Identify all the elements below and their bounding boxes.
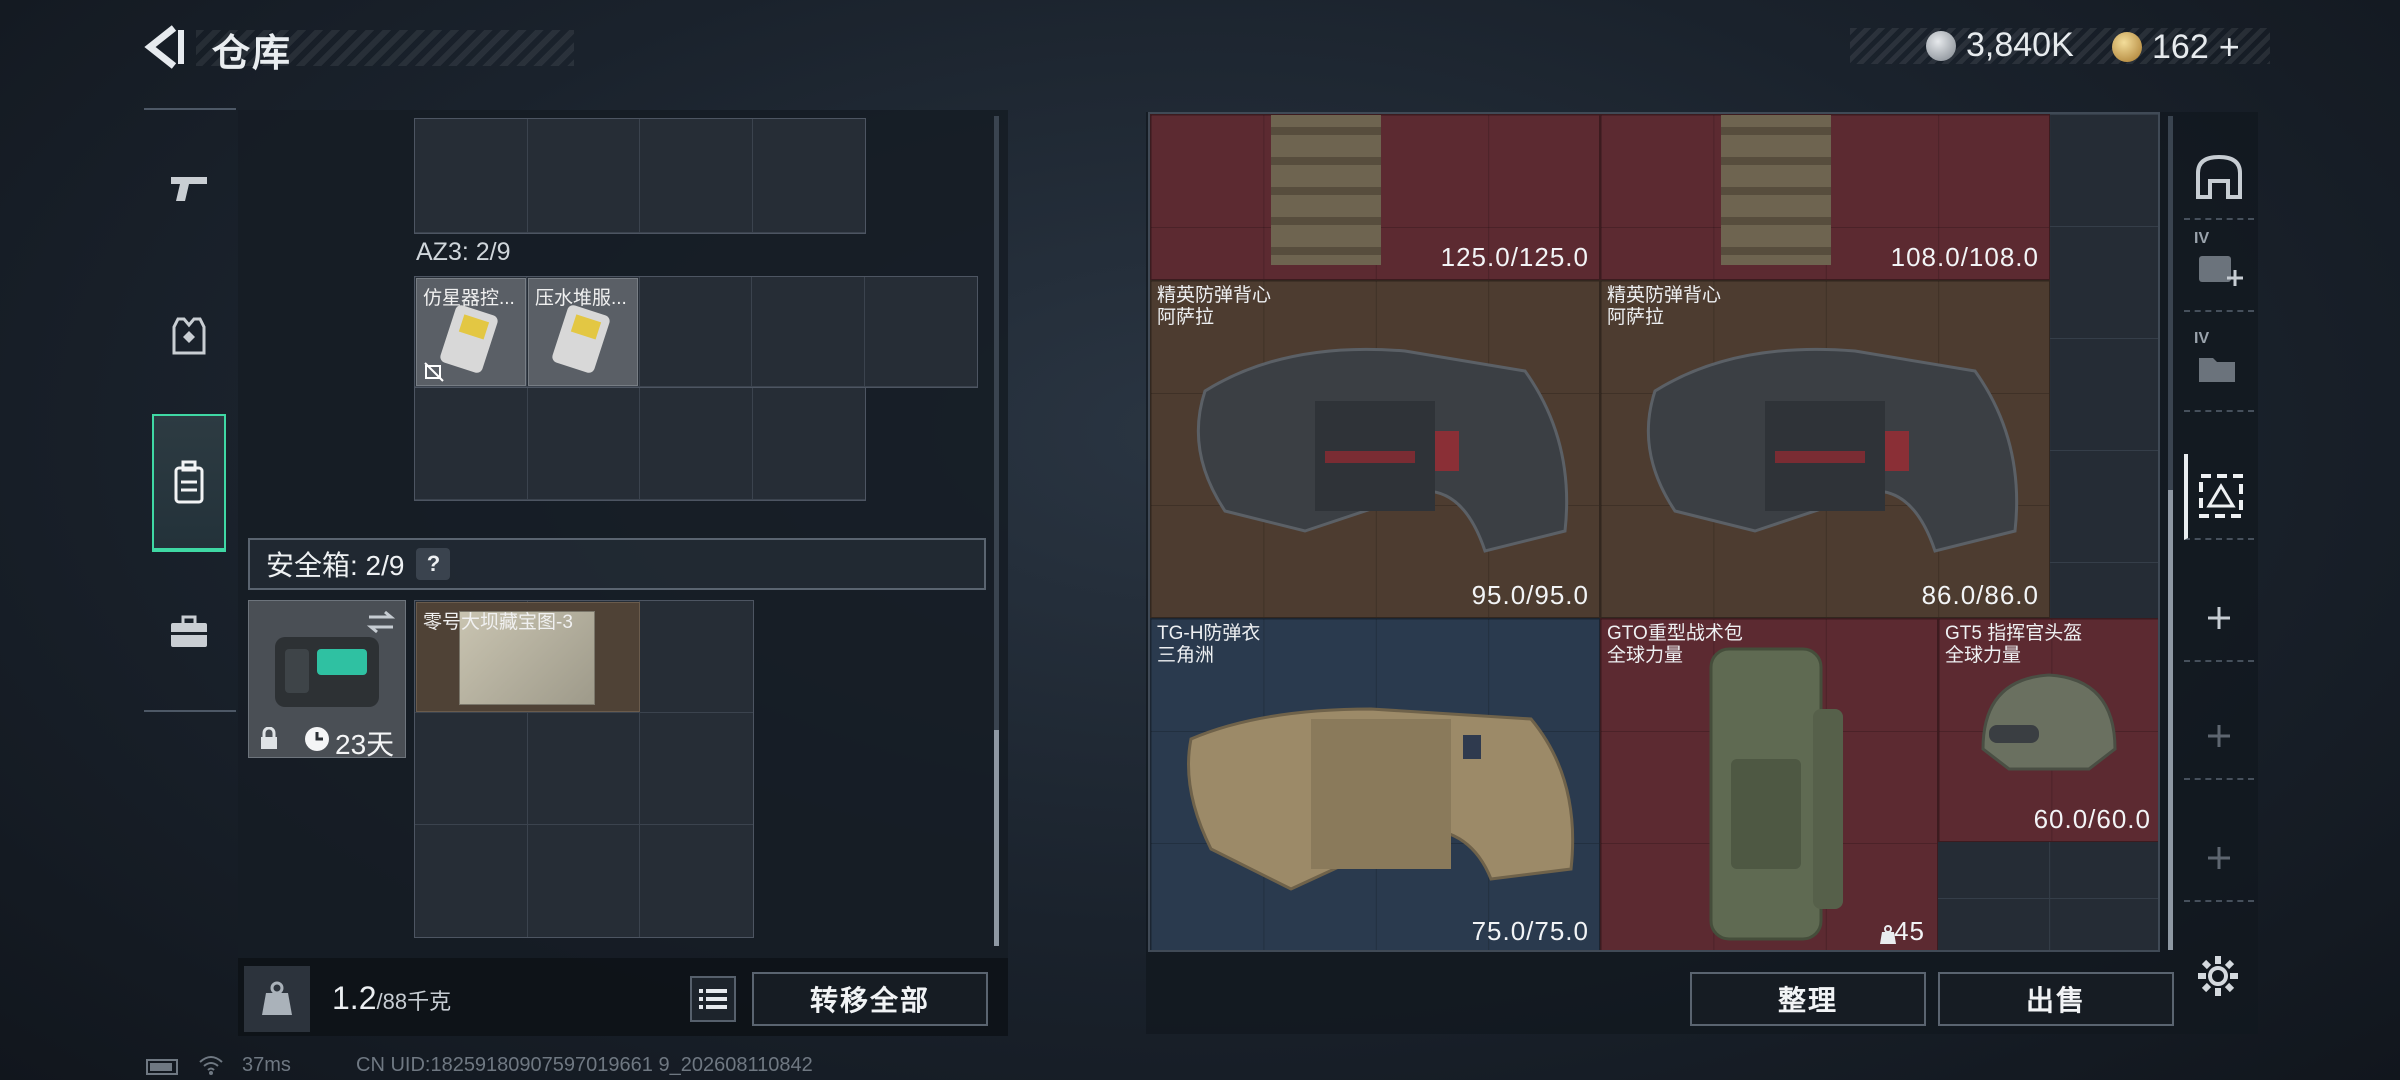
list-icon — [699, 989, 727, 1009]
gold-amount: 162 — [2152, 27, 2209, 66]
container-grid-top — [414, 118, 866, 234]
weight-capacity: /88千克 — [376, 989, 452, 1014]
stash-item-rig-a[interactable]: 125.0/125.0 — [1150, 114, 1600, 280]
stash-page-add-3[interactable] — [2184, 816, 2254, 902]
capacity-count: 45 — [1894, 916, 1925, 946]
item-name: 精英防弹背心 阿萨拉 — [1607, 285, 1722, 328]
tab-backpack[interactable] — [152, 414, 226, 552]
no-trade-icon — [424, 362, 444, 382]
plus-icon — [2208, 725, 2230, 747]
stash-item-elite-vest-2[interactable]: 精英防弹背心 阿萨拉 86.0/86.0 — [1600, 280, 2050, 618]
stash-page-add-2[interactable] — [2184, 694, 2254, 780]
az3-item-pwr-suit[interactable]: 压水堆服... — [528, 278, 638, 386]
helmet-image — [1981, 673, 2117, 771]
page-title: 仓库 — [212, 33, 293, 75]
safe-box-slot[interactable]: 23天 — [248, 600, 406, 760]
safe-box-header: 安全箱: 2/9 ? — [248, 538, 986, 590]
az3-item-stellarator[interactable]: 仿星器控... — [416, 278, 526, 386]
swap-icon[interactable] — [365, 609, 397, 635]
vest-image — [1646, 347, 2019, 553]
stash-grid: 125.0/125.0 108.0/108.0 精英防弹背心 阿萨拉 95.0/9… — [1148, 112, 2160, 952]
plus-icon — [2208, 847, 2230, 869]
stash-page-add-1[interactable] — [2184, 576, 2254, 662]
wifi-icon — [199, 1056, 223, 1075]
settings-gear-icon[interactable] — [2196, 954, 2240, 998]
stash-page-active[interactable] — [2184, 454, 2254, 540]
body-armor-image — [1187, 707, 1575, 891]
tier-label: IV — [2194, 230, 2210, 247]
safe-box-label: 安全箱: 2/9 — [266, 550, 405, 581]
stash-page-add-vip[interactable]: IV — [2184, 226, 2254, 312]
left-scrollbar-thumb[interactable] — [994, 730, 999, 946]
chest-rig-image — [1721, 115, 1831, 265]
tab-weapons[interactable] — [152, 142, 226, 234]
backpack-icon — [174, 460, 204, 504]
durability: 95.0/95.0 — [1471, 580, 1589, 610]
weight-value: 1.2 — [332, 980, 377, 1016]
sell-button[interactable]: 出售 — [1938, 972, 2174, 1026]
lock-icon — [261, 727, 277, 749]
help-button[interactable]: ? — [416, 548, 451, 580]
item-name: 精英防弹背心 阿萨拉 — [1157, 285, 1272, 328]
stash-page-home[interactable] — [2184, 134, 2254, 220]
right-scrollbar-thumb[interactable] — [2168, 490, 2173, 950]
tab-case[interactable] — [152, 586, 226, 678]
chest-rig-image — [1271, 115, 1381, 265]
az3-grid-row2 — [414, 387, 866, 501]
armor-icon — [172, 317, 206, 355]
folder-icon — [2199, 358, 2235, 382]
stash-item-gt5-helmet[interactable]: GT5 指挥官头盔 全球力量 60.0/60.0 — [1938, 618, 2158, 842]
plus-icon — [2208, 607, 2230, 629]
gold-coin-icon — [2112, 32, 2142, 62]
durability: 108.0/108.0 — [1890, 242, 2039, 272]
add-gold-icon[interactable]: + — [2219, 26, 2240, 68]
backpack-image — [1709, 647, 1843, 941]
card-pack-icon — [440, 305, 498, 373]
ping-text: 37ms — [242, 1054, 291, 1076]
transfer-all-button[interactable]: 转移全部 — [752, 972, 988, 1026]
silver-currency: 3,840K — [1926, 26, 2074, 65]
stash-home-icon — [2196, 154, 2242, 199]
stash-item-gto-backpack[interactable]: GTO重型战术包 全球力量 45 — [1600, 618, 1938, 950]
tab-equipment[interactable] — [152, 290, 226, 382]
list-view-button[interactable] — [690, 976, 736, 1022]
uid-text: CN UID:18259180907597019661 9_2026081108… — [356, 1054, 813, 1076]
weight-kg-icon — [262, 981, 292, 1015]
silver-amount: 3,840K — [1966, 26, 2074, 64]
silver-coin-icon — [1926, 30, 1956, 61]
add-stash-icon — [2199, 256, 2243, 286]
tier-label: IV — [2194, 330, 2210, 347]
item-name: TG-H防弹衣 三角洲 — [1157, 623, 1261, 666]
durability: 125.0/125.0 — [1440, 242, 1589, 272]
stash-active-icon — [2199, 474, 2243, 518]
safe-box-timer: 23天 — [335, 729, 395, 760]
sort-button[interactable]: 整理 — [1690, 972, 1926, 1026]
item-name: 零号大坝藏宝图-3 — [423, 612, 573, 633]
gold-currency[interactable]: 162 + — [2112, 26, 2240, 68]
weight-text: 1.2/88千克 — [332, 980, 451, 1017]
back-arrow-icon[interactable] — [140, 22, 186, 72]
durability: 60.0/60.0 — [2033, 804, 2151, 834]
card-pack-icon — [552, 305, 610, 373]
briefcase-icon — [171, 615, 207, 647]
stash-item-elite-vest-1[interactable]: 精英防弹背心 阿萨拉 95.0/95.0 — [1150, 280, 1600, 618]
treasure-map-item[interactable]: 零号大坝藏宝图-3 — [416, 602, 640, 712]
vest-image — [1196, 347, 1569, 553]
stash-item-rig-b[interactable]: 108.0/108.0 — [1600, 114, 2050, 280]
weight-indicator — [244, 966, 310, 1032]
stash-item-tgh-armor[interactable]: TG-H防弹衣 三角洲 75.0/75.0 — [1150, 618, 1600, 950]
az3-label: AZ3: 2/9 — [416, 238, 511, 266]
durability: 75.0/75.0 — [1471, 916, 1589, 946]
stash-page-folder[interactable]: IV — [2184, 326, 2254, 412]
pistol-icon — [171, 177, 207, 201]
battery-icon — [146, 1059, 178, 1075]
clock-icon — [305, 727, 329, 751]
durability: 86.0/86.0 — [1921, 580, 2039, 610]
